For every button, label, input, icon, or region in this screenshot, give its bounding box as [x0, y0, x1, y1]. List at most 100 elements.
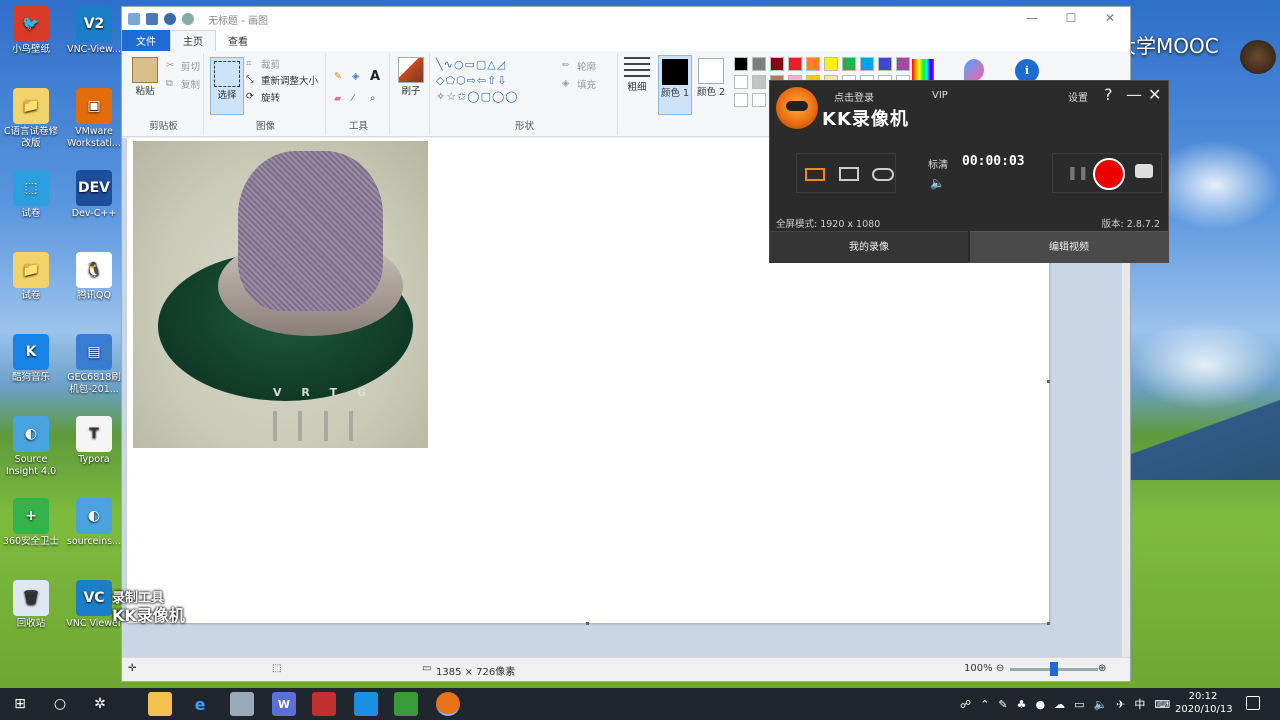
screen-mode-button[interactable]: [803, 164, 827, 184]
battery-icon[interactable]: ▭: [1074, 698, 1084, 711]
minimize-button[interactable]: —: [1017, 11, 1047, 25]
desktop-icon[interactable]: 🗑 回收站: [0, 580, 62, 630]
save-icon[interactable]: [146, 13, 158, 25]
tab-home[interactable]: 主页: [170, 30, 216, 51]
palette-swatch[interactable]: [752, 75, 766, 89]
edge-icon[interactable]: e: [188, 692, 212, 716]
desktop-icon[interactable]: ◐ Source Insight 4.0: [0, 416, 62, 478]
desktop-icon[interactable]: ▣ VMware Workstati...: [63, 88, 125, 150]
palette-swatch-empty[interactable]: [752, 93, 766, 107]
paste-button[interactable]: 粘贴: [128, 57, 162, 97]
ime-indicator[interactable]: 中: [1134, 696, 1145, 712]
palette-swatch[interactable]: [788, 57, 802, 71]
minimize-button[interactable]: —: [1126, 85, 1142, 104]
desktop-icon[interactable]: ◐ sourceins...: [63, 498, 125, 548]
zoom-out-button[interactable]: ⊖: [996, 663, 1004, 674]
fill-shape-button[interactable]: ◈ 填充: [562, 77, 596, 91]
record-button[interactable]: [1093, 158, 1125, 190]
clock[interactable]: 20:12 2020/10/13: [1175, 690, 1233, 716]
close-button[interactable]: ✕: [1095, 11, 1125, 25]
cut-button[interactable]: ✂ 剪切: [166, 59, 200, 73]
pause-icon[interactable]: ❚❚: [1067, 166, 1089, 181]
cloud-icon[interactable]: ☁: [1054, 698, 1065, 711]
crop-button[interactable]: ⌗ 裁剪: [246, 57, 280, 71]
undo-icon[interactable]: [164, 13, 176, 25]
app-icon-blue[interactable]: [354, 692, 378, 716]
360-tray-icon[interactable]: ●: [1035, 698, 1045, 711]
zoom-slider-thumb[interactable]: [1050, 662, 1058, 676]
desktop-icon[interactable]: 🐦 小鸟壁纸: [0, 6, 62, 56]
desktop-icon[interactable]: V2 VNC-View...: [63, 6, 125, 56]
brushes-button[interactable]: 刷子: [394, 57, 428, 97]
desktop-icon[interactable]: DEV Dev-C++: [63, 170, 125, 220]
resize-handle-bottom[interactable]: [586, 622, 589, 625]
palette-swatch[interactable]: [824, 57, 838, 71]
edit-colors-icon[interactable]: [912, 59, 934, 81]
color2-button[interactable]: 颜色 2: [694, 55, 728, 98]
desktop-icon[interactable]: 🐧 腾讯QQ: [63, 252, 125, 302]
paint3d-icon[interactable]: [964, 59, 984, 81]
wifi-icon[interactable]: ✈: [1116, 698, 1125, 711]
maximize-button[interactable]: ☐: [1056, 11, 1086, 25]
game-mode-button[interactable]: [871, 164, 895, 184]
window-mode-button[interactable]: [837, 164, 861, 184]
tab-file[interactable]: 文件: [122, 30, 170, 51]
login-link[interactable]: 点击登录: [834, 89, 874, 104]
magnifier-icon[interactable]: ⌕: [370, 93, 375, 104]
close-button[interactable]: ✕: [1148, 85, 1161, 104]
palette-swatch[interactable]: [770, 57, 784, 71]
desktop-icon[interactable]: T Typora: [63, 416, 125, 466]
color-picker-icon[interactable]: ⁄: [352, 93, 354, 104]
tab-view[interactable]: 查看: [216, 31, 260, 51]
vip-badge[interactable]: VIP: [932, 90, 948, 101]
palette-swatch[interactable]: [878, 57, 892, 71]
pencil-icon[interactable]: ✎: [334, 71, 342, 82]
app-icon-green[interactable]: [394, 692, 418, 716]
search-circle-icon[interactable]: ○: [48, 692, 72, 716]
desktop-icon[interactable]: 📁 C语言试卷修改版: [0, 88, 62, 150]
palette-swatch-empty[interactable]: [734, 93, 748, 107]
desktop-icon[interactable]: +360安全卫士: [0, 498, 62, 548]
outline-button[interactable]: ✏ 轮廓: [562, 59, 596, 73]
people-icon[interactable]: ☍: [960, 698, 971, 711]
settings-button[interactable]: 设置: [1068, 89, 1088, 104]
rotate-button[interactable]: ⟳ 旋转: [246, 90, 280, 104]
keyboard-icon[interactable]: ⌨: [1154, 698, 1170, 711]
desktop-icon[interactable]: ▤ GEC6818刷机包-201...: [63, 334, 125, 396]
desktop-icon[interactable]: ⬚ 试卷: [0, 170, 62, 220]
color1-button[interactable]: 颜色 1: [658, 55, 692, 115]
copy-button[interactable]: ⧉ 复制: [166, 77, 200, 91]
palette-swatch[interactable]: [734, 75, 748, 89]
desktop-icon[interactable]: K 酷狗音乐: [0, 334, 62, 384]
desktop-icon[interactable]: 📁 试卷: [0, 252, 62, 302]
volume-tray-icon[interactable]: 🔈: [1093, 698, 1107, 711]
resize-handle-corner[interactable]: [1047, 622, 1050, 625]
palette-swatch[interactable]: [842, 57, 856, 71]
palette-swatch[interactable]: [752, 57, 766, 71]
file-explorer-icon[interactable]: [148, 692, 172, 716]
eraser-icon[interactable]: ▰: [334, 93, 341, 104]
app-icon-red[interactable]: [312, 692, 336, 716]
wps-icon[interactable]: W: [272, 692, 296, 716]
start-windows-icon[interactable]: ⊞: [8, 692, 32, 716]
palette-swatch[interactable]: [860, 57, 874, 71]
pen-icon[interactable]: ✎: [998, 698, 1007, 711]
kk-taskbar-icon[interactable]: [436, 692, 460, 716]
tray-expand-icon[interactable]: ⌃: [980, 698, 989, 711]
text-icon[interactable]: A: [370, 69, 380, 84]
select-button[interactable]: 选择: [210, 57, 244, 115]
notification-icon[interactable]: [1246, 696, 1260, 710]
palette-swatch[interactable]: [734, 57, 748, 71]
size-button[interactable]: 粗细: [620, 57, 654, 93]
fill-icon[interactable]: ◈: [352, 71, 359, 82]
camera-icon[interactable]: [1135, 164, 1153, 178]
shapes-gallery[interactable]: ╲∿○▭▢△◿ ◇⬠⬡⇨⇦⇧⇩ ✧☆✩◯▢◯◯: [436, 57, 556, 109]
zoom-slider[interactable]: [1010, 662, 1098, 676]
quality-selector[interactable]: 标清: [928, 156, 948, 171]
resize-button[interactable]: ⤡ 重新调整大小: [246, 73, 318, 87]
volume-icon[interactable]: 🔈: [930, 176, 945, 190]
zoom-in-button[interactable]: ⊕: [1098, 663, 1106, 674]
redo-icon[interactable]: [182, 13, 194, 25]
palette-swatch[interactable]: [896, 57, 910, 71]
paint-taskbar-icon[interactable]: [230, 692, 254, 716]
